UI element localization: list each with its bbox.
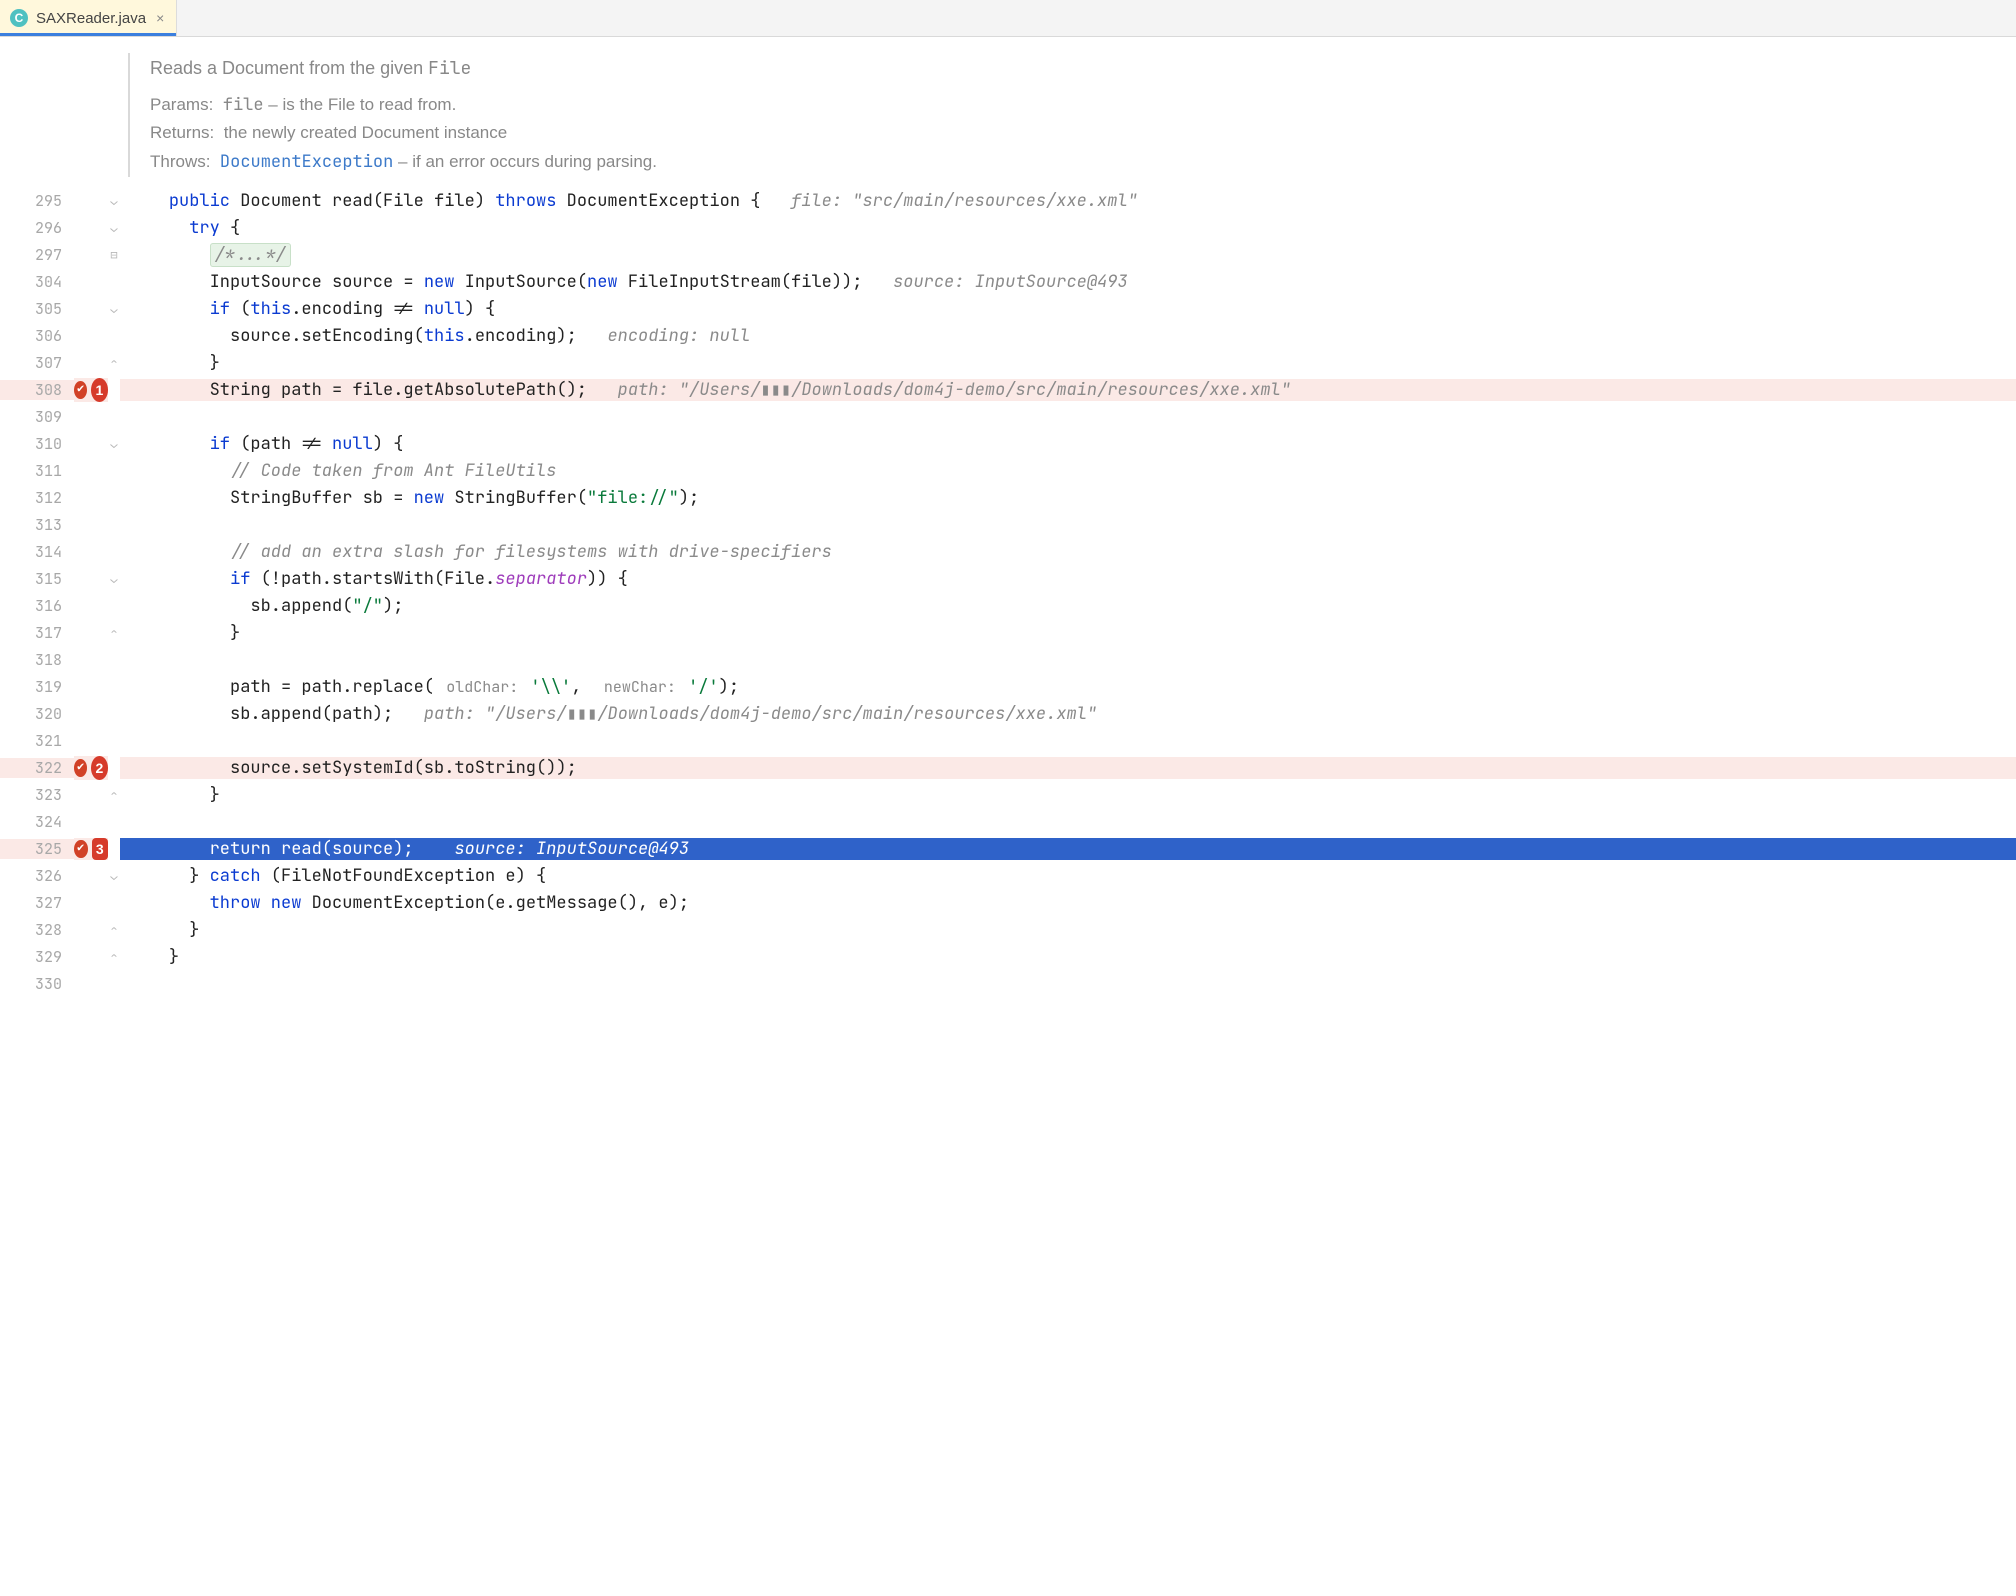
- line-number[interactable]: 328: [0, 920, 74, 940]
- line-number[interactable]: 316: [0, 596, 74, 616]
- javadoc-params-mono: file: [223, 94, 264, 116]
- inline-hint: file: "src/main/resources/xxe.xml": [791, 190, 1138, 212]
- line-number[interactable]: 315: [0, 569, 74, 589]
- frame-badge[interactable]: 1: [91, 378, 108, 402]
- line-number[interactable]: 308: [0, 380, 74, 400]
- param-hint: newChar:: [602, 677, 678, 697]
- line-number[interactable]: 313: [0, 515, 74, 535]
- line-number[interactable]: 321: [0, 731, 74, 751]
- editor-tab-bar: C SAXReader.java ×: [0, 0, 2016, 37]
- line-number[interactable]: 323: [0, 785, 74, 805]
- breakpoint-icon[interactable]: [74, 840, 88, 858]
- fold-end-icon[interactable]: [110, 922, 117, 938]
- code-line[interactable]: /*...*/: [120, 244, 2016, 266]
- code-line[interactable]: }: [120, 946, 2016, 968]
- javadoc-throws-rest: – if an error occurs during parsing.: [393, 152, 657, 171]
- code-line[interactable]: // add an extra slash for filesystems wi…: [120, 541, 2016, 563]
- code-line[interactable]: sb.append(path); path: "/Users/▮▮▮/Downl…: [120, 703, 2016, 725]
- javadoc-render: Reads a Document from the given File Par…: [128, 53, 2016, 177]
- line-number[interactable]: 322: [0, 758, 74, 778]
- close-icon[interactable]: ×: [156, 10, 164, 26]
- code-line[interactable]: path = path.replace( oldChar: '\\', newC…: [120, 676, 2016, 698]
- line-number[interactable]: 311: [0, 461, 74, 481]
- line-number[interactable]: 324: [0, 812, 74, 832]
- code-line[interactable]: StringBuffer sb = new StringBuffer("file…: [120, 487, 2016, 509]
- javadoc-params-label: Params:: [150, 95, 213, 114]
- code-line[interactable]: source.setSystemId(sb.toString());: [120, 757, 2016, 779]
- fold-toggle-icon[interactable]: [110, 868, 117, 884]
- line-number[interactable]: 312: [0, 488, 74, 508]
- line-number[interactable]: 296: [0, 218, 74, 238]
- code-line[interactable]: if (path != null) {: [120, 433, 2016, 455]
- javadoc-summary-text: Reads a Document from the given: [150, 58, 428, 78]
- fold-toggle-icon[interactable]: [110, 193, 117, 209]
- inline-hint: source: InputSource@493: [893, 271, 1128, 293]
- fold-collapsed-icon[interactable]: [110, 247, 117, 263]
- line-number[interactable]: 325: [0, 839, 74, 859]
- line-number[interactable]: 306: [0, 326, 74, 346]
- class-file-icon: C: [10, 9, 28, 27]
- code-editor[interactable]: Reads a Document from the given File Par…: [0, 37, 2016, 1595]
- code-line[interactable]: }: [120, 784, 2016, 806]
- inline-hint: source: InputSource@493: [454, 838, 689, 860]
- line-number[interactable]: 330: [0, 974, 74, 994]
- param-hint: oldChar:: [444, 677, 520, 697]
- fold-toggle-icon[interactable]: [110, 220, 117, 236]
- javadoc-throws-label: Throws:: [150, 152, 210, 171]
- code-line[interactable]: }: [120, 622, 2016, 644]
- code-line[interactable]: } catch (FileNotFoundException e) {: [120, 865, 2016, 887]
- javadoc-throws-link[interactable]: DocumentException: [220, 151, 393, 173]
- inline-hint: path: "/Users/▮▮▮/Downloads/dom4j-demo/s…: [618, 379, 1291, 401]
- tab-title: SAXReader.java: [36, 10, 146, 27]
- fold-toggle-icon[interactable]: [110, 571, 117, 587]
- line-number[interactable]: 329: [0, 947, 74, 967]
- line-number[interactable]: 320: [0, 704, 74, 724]
- code-line[interactable]: sb.append("/");: [120, 595, 2016, 617]
- code-line[interactable]: String path = file.getAbsolutePath(); pa…: [120, 379, 2016, 401]
- line-number[interactable]: 318: [0, 650, 74, 670]
- code-line[interactable]: }: [120, 352, 2016, 374]
- javadoc-returns-label: Returns:: [150, 123, 214, 142]
- code-line[interactable]: source.setEncoding(this.encoding); encod…: [120, 325, 2016, 347]
- line-number[interactable]: 317: [0, 623, 74, 643]
- inline-hint: path: "/Users/▮▮▮/Downloads/dom4j-demo/s…: [424, 703, 1097, 725]
- fold-end-icon[interactable]: [110, 949, 117, 965]
- code-line[interactable]: try {: [120, 217, 2016, 239]
- line-number[interactable]: 314: [0, 542, 74, 562]
- line-number[interactable]: 327: [0, 893, 74, 913]
- code-line[interactable]: if (this.encoding != null) {: [120, 298, 2016, 320]
- line-number[interactable]: 319: [0, 677, 74, 697]
- line-number[interactable]: 295: [0, 191, 74, 211]
- line-number[interactable]: 307: [0, 353, 74, 373]
- code-line[interactable]: if (!path.startsWith(File.separator)) {: [120, 568, 2016, 590]
- code-line[interactable]: // Code taken from Ant FileUtils: [120, 460, 2016, 482]
- line-number[interactable]: 326: [0, 866, 74, 886]
- code-line[interactable]: }: [120, 919, 2016, 941]
- breakpoint-icon[interactable]: [74, 381, 87, 399]
- fold-toggle-icon[interactable]: [110, 436, 117, 452]
- line-number[interactable]: 304: [0, 272, 74, 292]
- inline-hint: encoding: null: [607, 325, 750, 347]
- code-line[interactable]: public Document read(File file) throws D…: [120, 190, 2016, 212]
- breakpoint-icon[interactable]: [74, 759, 87, 777]
- javadoc-summary-type: File: [428, 57, 471, 80]
- frame-badge[interactable]: 2: [91, 756, 108, 780]
- javadoc-params-rest: – is the File to read from.: [264, 95, 457, 114]
- line-number[interactable]: 310: [0, 434, 74, 454]
- line-number[interactable]: 309: [0, 407, 74, 427]
- fold-end-icon[interactable]: [110, 625, 117, 641]
- fold-end-icon[interactable]: [110, 355, 117, 371]
- editor-tab-saxreader[interactable]: C SAXReader.java ×: [0, 0, 177, 36]
- frame-badge[interactable]: 3: [92, 838, 109, 860]
- fold-toggle-icon[interactable]: [110, 301, 117, 317]
- code-line-current-execution[interactable]: return read(source); source: InputSource…: [120, 838, 2016, 860]
- code-line[interactable]: throw new DocumentException(e.getMessage…: [120, 892, 2016, 914]
- fold-end-icon[interactable]: [110, 787, 117, 803]
- code-line[interactable]: InputSource source = new InputSource(new…: [120, 271, 2016, 293]
- line-number[interactable]: 297: [0, 245, 74, 265]
- line-number[interactable]: 305: [0, 299, 74, 319]
- javadoc-returns-val: the newly created Document instance: [224, 123, 508, 142]
